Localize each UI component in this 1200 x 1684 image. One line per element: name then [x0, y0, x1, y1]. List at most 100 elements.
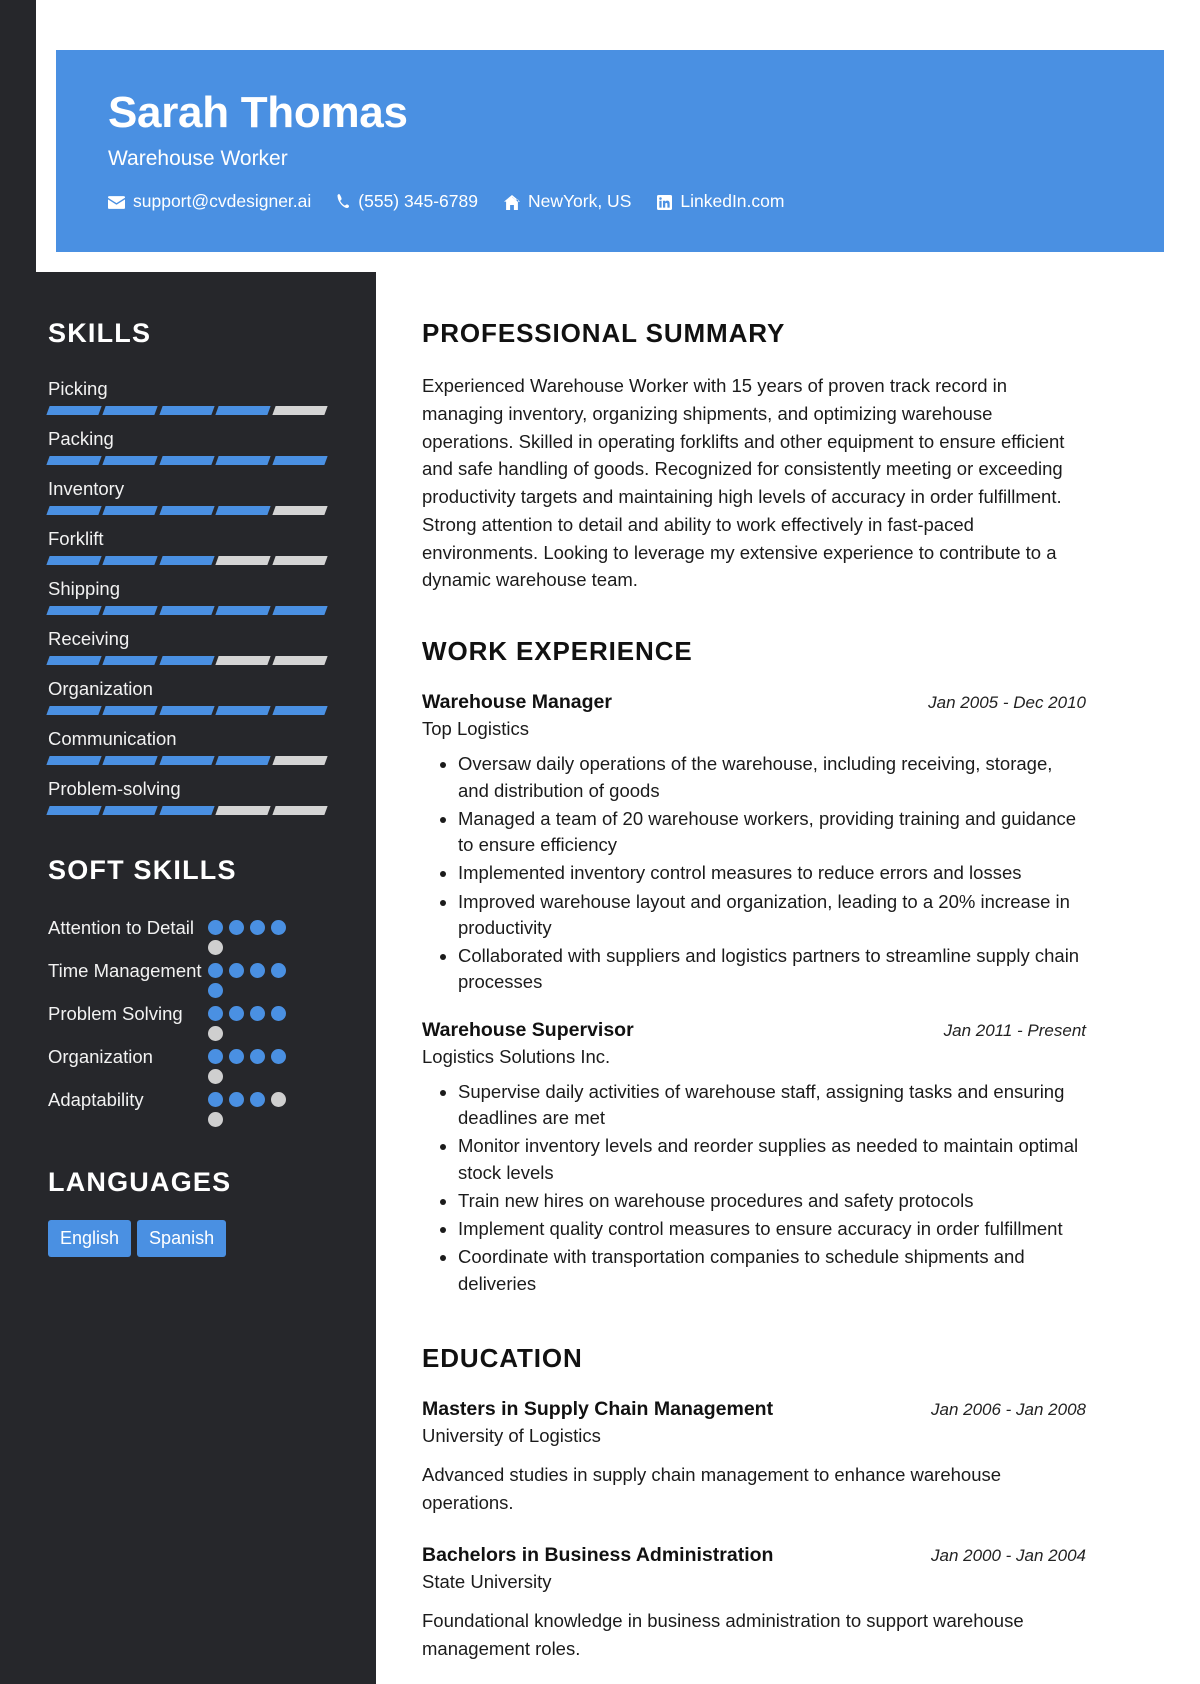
soft-skill-label: Problem Solving: [48, 1002, 183, 1024]
work-entry: Warehouse Manager Jan 2005 - Dec 2010 Top …: [422, 690, 1086, 996]
work-bullet-item: Oversaw daily operations of the warehous…: [458, 751, 1086, 804]
rating-dot: [229, 919, 244, 935]
skill-row: Forklift: [46, 527, 328, 565]
skill-label: Inventory: [48, 477, 125, 499]
skill-label: Forklift: [48, 527, 104, 549]
rating-dot: [271, 1005, 286, 1021]
skill-bar-segment: [102, 555, 159, 565]
soft-skill-row: Attention to Detail: [48, 914, 326, 955]
skill-row: Receiving: [46, 627, 328, 665]
skill-bar-segment: [215, 405, 272, 415]
rating-dot: [229, 1048, 244, 1064]
skills-list: Picking Packing Inventory Forklift Shipping R…: [46, 377, 328, 815]
skill-bar-segment: [46, 455, 103, 465]
skill-bar-segment: [159, 555, 215, 565]
skill-row: Problem-solving: [46, 777, 328, 815]
contact-text: (555) 345-6789: [358, 191, 478, 212]
contact-text: LinkedIn.com: [680, 191, 785, 212]
rating-dot: [250, 1091, 265, 1107]
work-bullet-item: Implement quality control measures to en…: [458, 1216, 1086, 1242]
work-bullet-item: Implemented inventory control measures t…: [458, 860, 1086, 886]
contact-item-phone[interactable]: (555) 345-6789: [337, 193, 478, 211]
skill-bar-segment: [46, 505, 103, 515]
sidebar: SKILLS Picking Packing Inventory Forklift Sh…: [0, 272, 376, 1684]
resume-header-banner: Sarah Thomas Warehouse Worker support@cv…: [56, 50, 1164, 252]
contact-item-home[interactable]: NewYork, US: [503, 191, 632, 212]
skill-bar-segment: [159, 405, 215, 415]
work-job-title: Warehouse Supervisor: [422, 1018, 634, 1041]
skill-bar-segment: [159, 655, 215, 665]
skill-row: Communication: [46, 727, 328, 765]
languages-section-title: LANGUAGES: [48, 1166, 232, 1197]
soft-skill-rating-dots: [208, 1000, 286, 1041]
skill-bar-segment: [46, 605, 103, 615]
work-company: Logistics Solutions Inc.: [422, 1045, 611, 1067]
language-tag[interactable]: Spanish: [137, 1219, 227, 1257]
rating-dot: [208, 1025, 223, 1041]
rating-dot: [208, 1048, 223, 1064]
skill-level-bar: [46, 705, 328, 715]
rating-dot: [250, 962, 265, 978]
skill-row: Picking: [46, 377, 328, 415]
work-bullet-list: Oversaw daily operations of the warehous…: [422, 751, 1086, 995]
professional-summary-text: Experienced Warehouse Worker with 15 yea…: [422, 375, 1065, 591]
rating-dot: [271, 919, 286, 935]
skill-label: Receiving: [48, 627, 130, 649]
rating-dot: [250, 1005, 265, 1021]
rating-dot: [208, 919, 223, 935]
skill-bar-segment: [271, 555, 328, 565]
skill-bar-segment: [215, 505, 272, 515]
rating-dot: [250, 919, 265, 935]
work-bullet-item: Collaborated with suppliers and logistic…: [458, 943, 1086, 996]
resume-page: Sarah Thomas Warehouse Worker support@cv…: [0, 0, 1200, 1684]
soft-skills-section-title: SOFT SKILLS: [48, 854, 237, 885]
soft-skill-row: Problem Solving: [48, 1000, 326, 1041]
skill-bar-segment: [271, 455, 328, 465]
soft-skill-label: Organization: [48, 1045, 153, 1067]
soft-skill-row: Time Management: [48, 957, 326, 998]
soft-skill-label: Attention to Detail: [48, 916, 195, 938]
rating-dot: [271, 962, 286, 978]
language-tag[interactable]: English: [48, 1219, 132, 1257]
education-entry-header: Masters in Supply Chain Management Jan 20…: [422, 1397, 1086, 1422]
work-experience-list: Warehouse Manager Jan 2005 - Dec 2010 Top …: [422, 690, 1086, 1297]
skill-bar-segment: [46, 405, 103, 415]
rating-dot: [271, 1091, 286, 1107]
education-entry-header: Bachelors in Business Administration Jan …: [422, 1543, 1086, 1568]
rating-dot: [208, 982, 223, 998]
skill-label: Shipping: [48, 577, 121, 599]
contact-item-envelope[interactable]: support@cvdesigner.ai: [108, 193, 311, 211]
skill-bar-segment: [215, 555, 272, 565]
contact-item-linkedin[interactable]: LinkedIn.com: [657, 193, 784, 211]
skill-label: Organization: [48, 677, 153, 699]
skill-bar-segment: [102, 705, 159, 715]
languages-list: English Spanish: [48, 1219, 326, 1257]
soft-skill-rating-dots: [208, 1043, 286, 1084]
rating-dot: [208, 1005, 223, 1021]
contact-text: support@cvdesigner.ai: [133, 191, 312, 212]
skill-bar-segment: [159, 605, 215, 615]
work-entry-header: Warehouse Manager Jan 2005 - Dec 2010: [422, 690, 1086, 715]
skill-bar-segment: [159, 505, 215, 515]
work-experience-title: WORK EXPERIENCE: [422, 636, 693, 666]
rating-dot: [208, 1091, 223, 1107]
skill-level-bar: [46, 505, 328, 515]
skill-bar-segment: [159, 755, 215, 765]
rating-dot: [208, 939, 223, 955]
work-entry-header: Warehouse Supervisor Jan 2011 - Present: [422, 1018, 1086, 1043]
work-date-range: Jan 2005 - Dec 2010: [928, 693, 1086, 712]
rating-dot: [208, 1111, 223, 1127]
skill-level-bar: [46, 455, 328, 465]
education-degree: Bachelors in Business Administration: [422, 1543, 774, 1566]
skill-bar-segment: [46, 805, 103, 815]
skill-bar-segment: [46, 755, 103, 765]
work-bullet-item: Coordinate with transportation companies…: [458, 1244, 1086, 1297]
skill-bar-segment: [159, 705, 215, 715]
rating-dot: [208, 1068, 223, 1084]
rating-dot: [229, 962, 244, 978]
skill-bar-segment: [102, 655, 159, 665]
work-bullet-item: Managed a team of 20 warehouse workers, …: [458, 806, 1086, 859]
skill-label: Picking: [48, 378, 108, 399]
skill-bar-segment: [215, 705, 272, 715]
contact-text: NewYork, US: [527, 191, 632, 212]
